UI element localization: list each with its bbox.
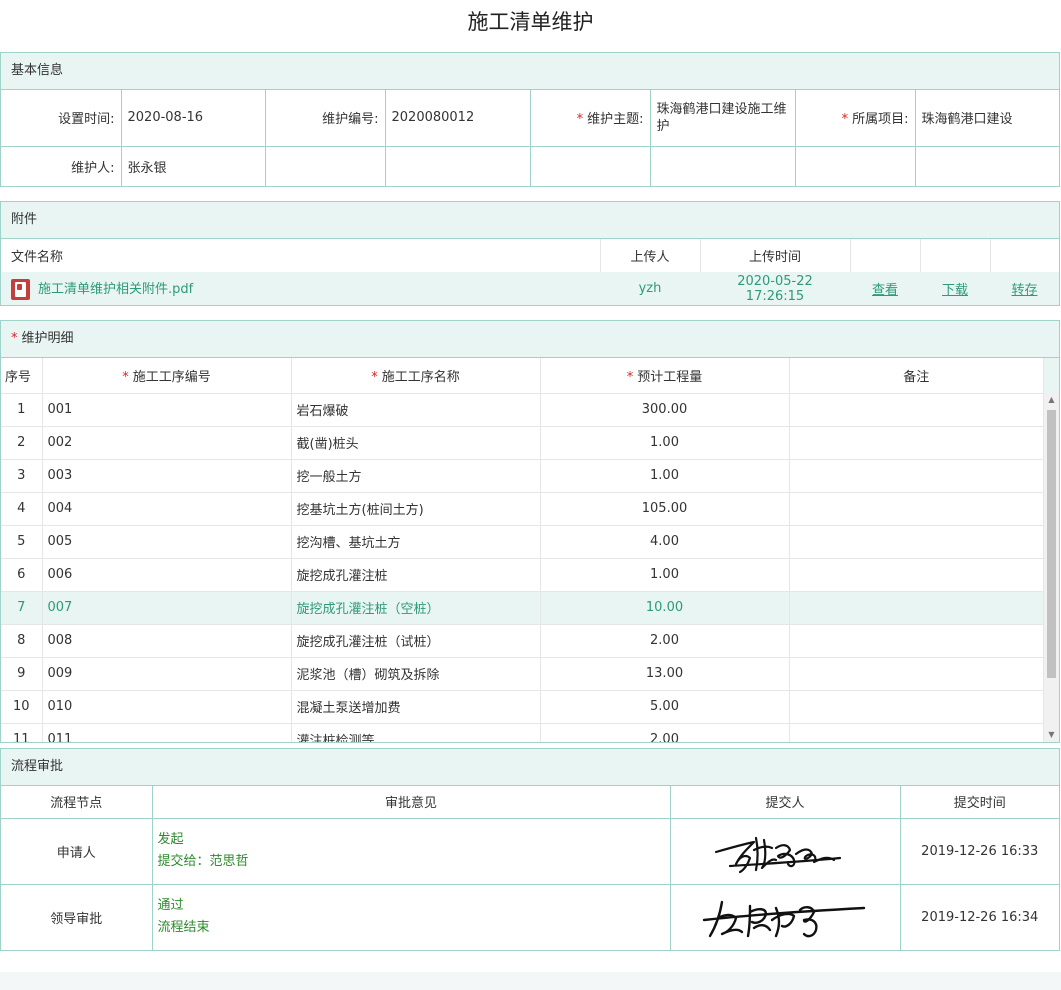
workflow-panel: 流程审批 流程节点 审批意见 提交人 提交时间 申请人 发起 提交给：范思哲 2… xyxy=(0,748,1060,951)
table-row[interactable]: 4 004 挖基坑土方(桩间土方) 105.00 xyxy=(1,492,1043,526)
table-row[interactable]: 8 008 旋挖成孔灌注桩（试桩） 2.00 xyxy=(1,624,1043,658)
col-process-code: * 施工工序编号 xyxy=(42,358,292,394)
maintainer-value[interactable]: 张永银 xyxy=(121,146,266,186)
col-opinion: 审批意见 xyxy=(152,786,671,819)
download-link[interactable]: 下载 xyxy=(920,272,990,305)
basic-info-panel: 基本信息 设置时间: 2020-08-16 维护编号: 2020080012 *… xyxy=(0,52,1060,187)
table-row[interactable]: 10 010 混凝土泵送增加费 5.00 xyxy=(1,690,1043,724)
empty-cell xyxy=(265,146,386,186)
opinion-line: 发起 xyxy=(157,832,184,847)
table-row[interactable]: 9 009 泥浆池（槽）砌筑及拆除 13.00 xyxy=(1,657,1043,691)
table-row[interactable]: 3 003 挖一般土方 1.00 xyxy=(1,459,1043,493)
attachments-header-row: 文件名称 上传人 上传时间 xyxy=(1,239,1059,272)
set-time-label: 设置时间: xyxy=(1,90,122,147)
required-mark: * xyxy=(841,112,849,128)
empty-cell xyxy=(385,146,531,186)
submitter-signature xyxy=(670,818,901,885)
attachments-table: 文件名称 上传人 上传时间 施工清单维护相关附件.pdf yzh 2020-05… xyxy=(1,239,1059,305)
maintainer-label: 维护人: xyxy=(1,146,122,186)
workflow-opinion: 发起 提交给：范思哲 xyxy=(152,818,671,885)
footer-band xyxy=(0,972,1061,990)
table-row[interactable]: 1 001 岩石爆破 300.00 xyxy=(1,393,1043,427)
col-submit-time: 提交时间 xyxy=(900,786,1059,819)
basic-info-header: 基本信息 xyxy=(1,53,1059,90)
workflow-opinion: 通过 流程结束 xyxy=(152,884,671,950)
table-row[interactable]: 2 002 截(凿)桩头 1.00 xyxy=(1,426,1043,460)
details-scroll-area[interactable]: 序号 * 施工工序编号 * 施工工序名称 * 预计工程量 备注 1 001 岩石爆破 300… xyxy=(1,358,1059,742)
workflow-row: 申请人 发起 提交给：范思哲 2019-12-26 16:33 xyxy=(1,818,1059,885)
scrollbar-thumb[interactable] xyxy=(1047,410,1056,678)
col-empty xyxy=(850,239,921,272)
project-value[interactable]: 珠海鹤港口建设 xyxy=(915,90,1059,147)
empty-cell xyxy=(915,146,1059,186)
col-empty xyxy=(990,239,1059,272)
attachment-file-name[interactable]: 施工清单维护相关附件.pdf xyxy=(38,282,193,297)
required-mark: * xyxy=(576,112,584,128)
handwritten-signature-image xyxy=(714,836,842,874)
empty-cell xyxy=(530,146,651,186)
set-time-value[interactable]: 2020-08-16 xyxy=(121,90,266,147)
page-title: 施工清单维护 xyxy=(467,10,594,34)
pdf-file-icon xyxy=(11,278,30,300)
opinion-line: 流程结束 xyxy=(157,920,210,936)
empty-cell xyxy=(650,146,796,186)
col-remark: 备注 xyxy=(789,358,1043,394)
details-header-row: 序号 * 施工工序编号 * 施工工序名称 * 预计工程量 备注 xyxy=(1,358,1043,394)
table-row[interactable]: 11 011 灌注桩检测等 2.00 xyxy=(1,723,1043,742)
attachments-panel: 附件 文件名称 上传人 上传时间 施工清单维护相关附件.pdf yzh 2020… xyxy=(0,201,1060,306)
scrollbar-header-corner xyxy=(1044,358,1059,393)
view-link[interactable]: 查看 xyxy=(850,272,920,305)
workflow-header-row: 流程节点 审批意见 提交人 提交时间 xyxy=(1,786,1059,819)
attachment-row[interactable]: 施工清单维护相关附件.pdf yzh 2020-05-22 17:26:15 查… xyxy=(1,272,1059,305)
empty-cell xyxy=(795,146,916,186)
col-process-name: * 施工工序名称 xyxy=(291,358,541,394)
table-row[interactable]: 5 005 挖沟槽、基坑土方 4.00 xyxy=(1,525,1043,559)
opinion-line: 通过 xyxy=(157,898,184,914)
table-row[interactable]: 6 006 旋挖成孔灌注桩 1.00 xyxy=(1,558,1043,592)
col-empty xyxy=(920,239,991,272)
attachment-upload-time: 2020-05-22 17:26:15 xyxy=(700,272,850,305)
details-header: * 维护明细 xyxy=(1,321,1059,358)
project-label: * 所属项目: xyxy=(795,90,916,147)
details-table: 序号 * 施工工序编号 * 施工工序名称 * 预计工程量 备注 1 001 岩石爆破 300… xyxy=(1,358,1043,742)
subject-value[interactable]: 珠海鹤港口建设施工维护 xyxy=(650,90,796,147)
basic-info-table: 设置时间: 2020-08-16 维护编号: 2020080012 * 维护主题:… xyxy=(1,90,1059,186)
col-file-name: 文件名称 xyxy=(1,239,601,272)
transfer-link[interactable]: 转存 xyxy=(990,272,1059,305)
details-scrollbar[interactable]: ▲ ▼ xyxy=(1043,358,1059,742)
attachment-uploader: yzh xyxy=(600,272,700,305)
code-label: 维护编号: xyxy=(265,90,386,147)
submit-time: 2019-12-26 16:34 xyxy=(921,909,1039,925)
col-no: 序号 xyxy=(1,358,43,394)
table-row-selected[interactable]: 7 007 旋挖成孔灌注桩（空桩） 10.00 xyxy=(1,591,1043,625)
required-mark: * xyxy=(11,331,18,346)
col-upload-time: 上传时间 xyxy=(700,239,851,272)
code-value[interactable]: 2020080012 xyxy=(385,90,531,147)
scroll-down-arrow-icon[interactable]: ▼ xyxy=(1044,728,1059,742)
col-submitter: 提交人 xyxy=(670,786,901,819)
col-node: 流程节点 xyxy=(1,786,153,819)
submit-time: 2019-12-26 16:33 xyxy=(900,818,1059,885)
attachment-file[interactable]: 施工清单维护相关附件.pdf xyxy=(1,272,600,305)
details-panel: * 维护明细 序号 * 施工工序编号 * 施工工序名称 * 预计工程量 备注 1 001 岩… xyxy=(0,320,1060,743)
opinion-line: 提交给：范思哲 xyxy=(157,854,249,869)
handwritten-signature-image xyxy=(702,901,866,938)
submitter-signature xyxy=(670,884,901,950)
workflow-node: 领导审批 xyxy=(1,884,153,950)
workflow-header: 流程审批 xyxy=(1,749,1059,786)
scroll-up-arrow-icon[interactable]: ▲ xyxy=(1044,393,1059,407)
workflow-node: 申请人 xyxy=(1,818,153,885)
workflow-row: 领导审批 通过 流程结束 2019-12-26 16:34 xyxy=(1,884,1059,950)
attachments-header: 附件 xyxy=(1,202,1059,239)
col-uploader: 上传人 xyxy=(600,239,701,272)
col-quantity: * 预计工程量 xyxy=(540,358,790,394)
workflow-table: 流程节点 审批意见 提交人 提交时间 申请人 发起 提交给：范思哲 2019-1… xyxy=(1,786,1059,950)
subject-label: * 维护主题: xyxy=(530,90,651,147)
